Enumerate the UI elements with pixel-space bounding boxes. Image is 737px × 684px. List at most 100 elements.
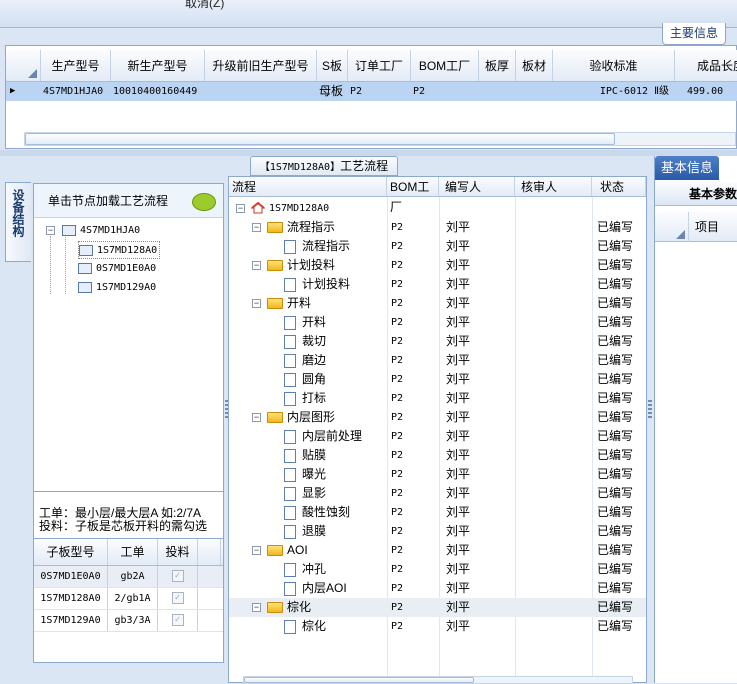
col-header[interactable]: 板厚 [479, 50, 516, 81]
collapse-icon[interactable]: − [252, 413, 261, 422]
tree-row-group[interactable]: − 开料 P2 刘平 已编写 [229, 294, 646, 313]
cell[interactable]: 0S7MD1E0A0 [34, 566, 108, 587]
col-header[interactable]: 投料 [158, 539, 198, 565]
product-grid: 生产型号 新生产型号 升级前旧生产型号 S板 订单工厂 BOM工厂 板厚 板材 … [5, 45, 737, 149]
collapse-icon[interactable]: − [252, 261, 261, 270]
col-header[interactable]: 子板型号 [34, 539, 108, 565]
step-label: 曝光 [302, 467, 327, 481]
grid-corner[interactable] [676, 230, 685, 239]
step-name: 裁切 [284, 332, 326, 351]
collapse-icon[interactable]: − [236, 204, 245, 213]
step-label: 显影 [302, 486, 327, 500]
tree-row-step[interactable]: 裁切 P2 刘平 已编写 [229, 332, 646, 351]
table-row[interactable]: 1S7MD129A0 gb3/3A ✓ [34, 610, 223, 632]
col-header[interactable]: 项目 [695, 212, 719, 242]
tree-node[interactable]: 4S7MD1HJA0 [62, 222, 140, 240]
cell[interactable]: IPC-6012 Ⅱ级 [553, 82, 675, 101]
tree-row-group[interactable]: − AOI P2 刘平 已编写 [229, 541, 646, 560]
col-header[interactable]: 新生产型号 [111, 50, 205, 81]
table-row[interactable]: 1S7MD128A0 2/gb1A ✓ [34, 588, 223, 610]
tree-node[interactable]: 1S7MD128A0 [78, 241, 161, 259]
step-label: 圆角 [302, 372, 327, 386]
scroll-thumb[interactable] [244, 677, 474, 683]
collapse-icon[interactable]: − [46, 226, 55, 235]
board-icon [62, 224, 76, 236]
tree-row-step[interactable]: 内层前处理 P2 刘平 已编写 [229, 427, 646, 446]
tree-row-step[interactable]: 冲孔 P2 刘平 已编写 [229, 560, 646, 579]
splitter-grip[interactable] [648, 400, 652, 420]
collapse-icon[interactable]: − [252, 223, 261, 232]
cell[interactable]: 1S7MD129A0 [34, 610, 108, 631]
table-row[interactable]: 0S7MD1E0A0 gb2A ✓ [34, 566, 223, 588]
horizontal-scrollbar[interactable] [24, 132, 736, 146]
col-header[interactable]: S板 [317, 50, 348, 81]
tree-row-root[interactable]: − 1S7MD128A0 [229, 199, 646, 218]
cell[interactable]: 4S7MD1HJA0 [41, 82, 111, 101]
tree-row-step[interactable]: 圆角 P2 刘平 已编写 [229, 370, 646, 389]
tab-main-info[interactable]: 主要信息 [662, 23, 726, 45]
collapse-icon[interactable]: − [252, 299, 261, 308]
feed-checkbox[interactable]: ✓ [171, 614, 184, 626]
cell[interactable]: gb2A [108, 566, 158, 587]
col-header[interactable]: 工单 [108, 539, 158, 565]
col-header[interactable]: 升级前旧生产型号 [205, 50, 317, 81]
cell[interactable]: 母板 [317, 82, 348, 101]
author: 刘平 [446, 505, 471, 519]
document-icon [284, 372, 296, 387]
tree-row-step[interactable]: 贴膜 P2 刘平 已编写 [229, 446, 646, 465]
cell[interactable]: P2 [348, 82, 411, 101]
col-header[interactable]: 编写人 [439, 177, 515, 196]
tree-row-group[interactable]: − 内层图形 P2 刘平 已编写 [229, 408, 646, 427]
tab-device-structure[interactable]: 设备结构 [5, 182, 31, 262]
tree-row-step[interactable]: 计划投料 P2 刘平 已编写 [229, 275, 646, 294]
tree-row-step[interactable]: 曝光 P2 刘平 已编写 [229, 465, 646, 484]
col-header[interactable]: 生产型号 [41, 50, 111, 81]
step-label: 开料 [302, 315, 327, 329]
col-header[interactable]: 验收标准 [553, 50, 675, 81]
tab-basic-params[interactable]: 基本参数 [655, 182, 737, 206]
col-header[interactable]: 核审人 [515, 177, 592, 196]
tree-row-group[interactable]: − 流程指示 P2 刘平 已编写 [229, 218, 646, 237]
cell[interactable]: 10010400160449 [111, 82, 205, 101]
bom-factory: P2 [391, 488, 404, 499]
feed-checkbox[interactable]: ✓ [171, 592, 184, 604]
tree-row-step[interactable]: 显影 P2 刘平 已编写 [229, 484, 646, 503]
tree-row-step[interactable]: 内层AOI P2 刘平 已编写 [229, 579, 646, 598]
cell[interactable]: 1S7MD128A0 [34, 588, 108, 609]
cell[interactable]: P2 [411, 82, 479, 101]
tree-row-step[interactable]: 酸性蚀刻 P2 刘平 已编写 [229, 503, 646, 522]
feed-checkbox[interactable]: ✓ [171, 570, 184, 582]
col-header[interactable]: BOM工厂 [411, 50, 479, 81]
tree-row-step[interactable]: 打标 P2 刘平 已编写 [229, 389, 646, 408]
tree-node[interactable]: 0S7MD1E0A0 [78, 260, 156, 278]
table-row[interactable]: ▶ 4S7MD1HJA0 10010400160449 母板 P2 P2 IPC… [6, 82, 737, 101]
scroll-thumb[interactable] [25, 133, 615, 145]
cell[interactable]: gb3/3A [108, 610, 158, 631]
col-header[interactable]: 流程 [229, 177, 387, 196]
step-label: 酸性蚀刻 [302, 505, 351, 519]
collapse-icon[interactable]: − [252, 603, 261, 612]
tree-row-step[interactable]: 磨边 P2 刘平 已编写 [229, 351, 646, 370]
tab-basic-info[interactable]: 基本信息 [655, 156, 719, 180]
tree-node[interactable]: 1S7MD129A0 [78, 279, 156, 297]
col-header[interactable]: 成品长度 [675, 50, 737, 81]
tree-row-step[interactable]: 退膜 P2 刘平 已编写 [229, 522, 646, 541]
col-header[interactable]: 状态 [592, 177, 646, 196]
cell[interactable]: 499.00 [675, 82, 737, 101]
step-name: 酸性蚀刻 [284, 503, 350, 522]
cancel-button[interactable]: 取消(Z) [185, 0, 224, 11]
cell[interactable] [479, 82, 516, 101]
tree-row-group[interactable]: − 棕化 P2 刘平 已编写 [229, 598, 646, 617]
col-header[interactable]: BOM工厂 [387, 177, 439, 214]
tree-row-step[interactable]: 棕化 P2 刘平 已编写 [229, 617, 646, 636]
collapse-icon[interactable]: − [252, 546, 261, 555]
tree-row-group[interactable]: − 计划投料 P2 刘平 已编写 [229, 256, 646, 275]
col-header[interactable]: 订单工厂 [348, 50, 411, 81]
tree-row-step[interactable]: 流程指示 P2 刘平 已编写 [229, 237, 646, 256]
tree-row-step[interactable]: 开料 P2 刘平 已编写 [229, 313, 646, 332]
cell[interactable] [205, 82, 317, 101]
col-header[interactable]: 板材 [516, 50, 553, 81]
cell[interactable]: 2/gb1A [108, 588, 158, 609]
cell[interactable] [516, 82, 553, 101]
grid-corner[interactable] [6, 50, 41, 81]
